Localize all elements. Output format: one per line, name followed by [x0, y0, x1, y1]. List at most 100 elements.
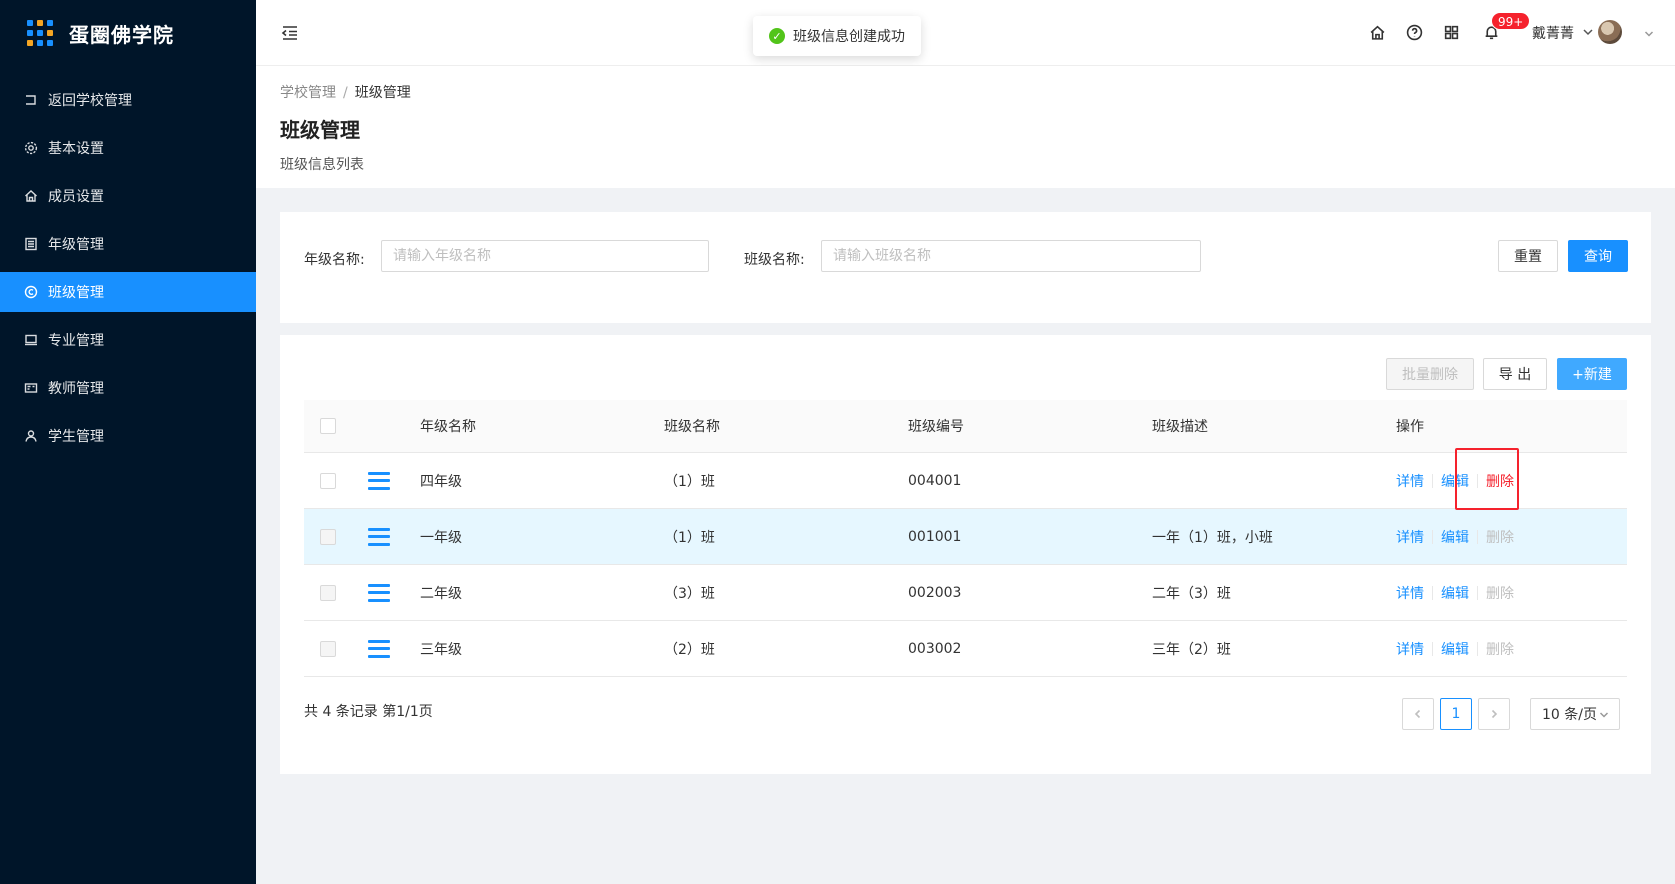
- drag-handle-icon[interactable]: [368, 527, 390, 546]
- row-checkbox[interactable]: [320, 640, 336, 657]
- actions-cell: 详情 编辑 删除: [1396, 565, 1514, 620]
- delete-link[interactable]: 删除: [1486, 471, 1514, 491]
- column-header: 班级名称: [664, 419, 720, 435]
- drag-handle-icon[interactable]: [368, 471, 390, 490]
- select-all-checkbox[interactable]: [320, 418, 336, 434]
- check-circle-icon: ✓: [769, 28, 785, 44]
- batch-delete-button[interactable]: 批量删除: [1386, 358, 1474, 390]
- sidebar-item-major-management[interactable]: 专业管理: [0, 320, 256, 360]
- pagination-total: 共 4 条记录 第1/1页: [304, 704, 433, 720]
- page-header: 学校管理 / 班级管理 班级管理 班级信息列表: [256, 66, 1675, 188]
- menu-fold-icon[interactable]: [280, 23, 300, 43]
- class-cell: （2）班: [664, 641, 715, 658]
- return-icon: [24, 93, 38, 107]
- drag-handle-icon[interactable]: [368, 583, 390, 602]
- row-select-cell: [320, 453, 336, 508]
- chevron-down-icon[interactable]: [1582, 26, 1594, 38]
- breadcrumb-school-management[interactable]: 学校管理: [280, 85, 336, 101]
- row-select-cell: [320, 565, 336, 620]
- delete-link-disabled[interactable]: 删除: [1486, 583, 1514, 603]
- row-checkbox[interactable]: [320, 528, 336, 545]
- query-button[interactable]: 查询: [1568, 240, 1628, 272]
- table-row: 四年级 （1）班 004001 详情 编辑 删除: [304, 453, 1627, 509]
- drag-cell: [368, 565, 390, 620]
- delete-link-disabled[interactable]: 删除: [1486, 527, 1514, 547]
- list-icon: [24, 237, 38, 251]
- divider: [1432, 641, 1433, 656]
- grade-name-input[interactable]: [381, 240, 709, 272]
- sidebar-item-basic-settings[interactable]: 基本设置: [0, 128, 256, 168]
- breadcrumb: 学校管理 / 班级管理: [280, 82, 411, 102]
- divider: [1477, 585, 1478, 600]
- home-icon[interactable]: [1367, 22, 1387, 42]
- grade-cell: 三年级: [420, 641, 462, 658]
- detail-link[interactable]: 详情: [1396, 471, 1424, 491]
- sidebar-item-label: 成员设置: [48, 189, 104, 205]
- sidebar-menu: 返回学校管理 基本设置 成员设置 年级管理 班级管理 专业管理 教师管理 学生管…: [0, 80, 256, 456]
- avatar[interactable]: [1598, 20, 1622, 44]
- actions-cell: 详情 编辑 删除: [1396, 453, 1514, 508]
- row-select-cell: [320, 509, 336, 564]
- table-row: 二年级 （3）班 002003 二年（3）班 详情 编辑 删除: [304, 565, 1627, 621]
- detail-link[interactable]: 详情: [1396, 527, 1424, 547]
- class-cell: （1）班: [664, 529, 715, 546]
- app-grid-icon[interactable]: [1441, 22, 1461, 42]
- page-number-button[interactable]: 1: [1440, 698, 1472, 730]
- row-checkbox[interactable]: [320, 472, 336, 489]
- next-page-button[interactable]: [1478, 698, 1510, 730]
- divider: [1477, 529, 1478, 544]
- detail-link[interactable]: 详情: [1396, 639, 1424, 659]
- chevron-down-icon[interactable]: [1644, 27, 1654, 37]
- chevron-down-icon: [1599, 712, 1609, 718]
- sidebar-item-grade-management[interactable]: 年级管理: [0, 224, 256, 264]
- edit-link[interactable]: 编辑: [1441, 583, 1469, 603]
- reset-button[interactable]: 重置: [1498, 240, 1558, 272]
- logo[interactable]: 蛋圈佛学院: [0, 0, 256, 66]
- code-cell: 003002: [908, 640, 962, 657]
- table-header: 年级名称 班级名称 班级编号 班级描述 操作: [304, 400, 1627, 453]
- create-button[interactable]: +新建: [1557, 358, 1627, 390]
- divider: [1432, 585, 1433, 600]
- code-cell: 001001: [908, 528, 962, 545]
- export-button[interactable]: 导 出: [1483, 358, 1547, 390]
- sidebar-item-label: 年级管理: [48, 237, 104, 253]
- page-size-select[interactable]: 10 条/页: [1530, 698, 1620, 730]
- page-description: 班级信息列表: [280, 157, 364, 173]
- user-name[interactable]: 戴菁菁: [1532, 23, 1574, 43]
- toast-message: 班级信息创建成功: [793, 29, 905, 45]
- chevron-left-icon: [1414, 709, 1421, 719]
- sidebar-item-member-settings[interactable]: 成员设置: [0, 176, 256, 216]
- class-name-input[interactable]: [821, 240, 1201, 272]
- grade-cell: 一年级: [420, 529, 462, 546]
- page-title: 班级管理: [280, 118, 360, 142]
- sidebar-item-student-management[interactable]: 学生管理: [0, 416, 256, 456]
- help-icon[interactable]: [1404, 22, 1424, 42]
- search-form: 年级名称: 班级名称: 重置 查询: [280, 212, 1651, 323]
- code-cell: 002003: [908, 584, 962, 601]
- breadcrumb-separator: /: [343, 85, 348, 101]
- sidebar-item-return-school[interactable]: 返回学校管理: [0, 80, 256, 120]
- edit-link[interactable]: 编辑: [1441, 471, 1469, 491]
- row-checkbox[interactable]: [320, 584, 336, 601]
- sidebar-item-label: 返回学校管理: [48, 93, 132, 109]
- table-row: 三年级 （2）班 003002 三年（2）班 详情 编辑 删除: [304, 621, 1627, 677]
- divider: [1432, 529, 1433, 544]
- sidebar-item-label: 班级管理: [48, 285, 104, 301]
- prev-page-button[interactable]: [1402, 698, 1434, 730]
- code-cell: 004001: [908, 472, 962, 489]
- detail-link[interactable]: 详情: [1396, 583, 1424, 603]
- sidebar-item-label: 基本设置: [48, 141, 104, 157]
- delete-link-disabled[interactable]: 删除: [1486, 639, 1514, 659]
- drag-cell: [368, 509, 390, 564]
- desc-cell: 二年（3）班: [1152, 585, 1231, 602]
- edit-link[interactable]: 编辑: [1441, 639, 1469, 659]
- user-icon: [24, 429, 38, 443]
- table-card: 批量删除 导 出 +新建 年级名称 班级名称 班级编号 班级描述 操作 四年级 …: [280, 335, 1651, 774]
- class-cell: （3）班: [664, 585, 715, 602]
- top-header: ✓ 班级信息创建成功 99+ 戴菁菁: [256, 0, 1675, 66]
- sidebar-item-teacher-management[interactable]: 教师管理: [0, 368, 256, 408]
- sidebar-item-class-management[interactable]: 班级管理: [0, 272, 256, 312]
- drag-handle-icon[interactable]: [368, 639, 390, 658]
- edit-link[interactable]: 编辑: [1441, 527, 1469, 547]
- actions-cell: 详情 编辑 删除: [1396, 621, 1514, 676]
